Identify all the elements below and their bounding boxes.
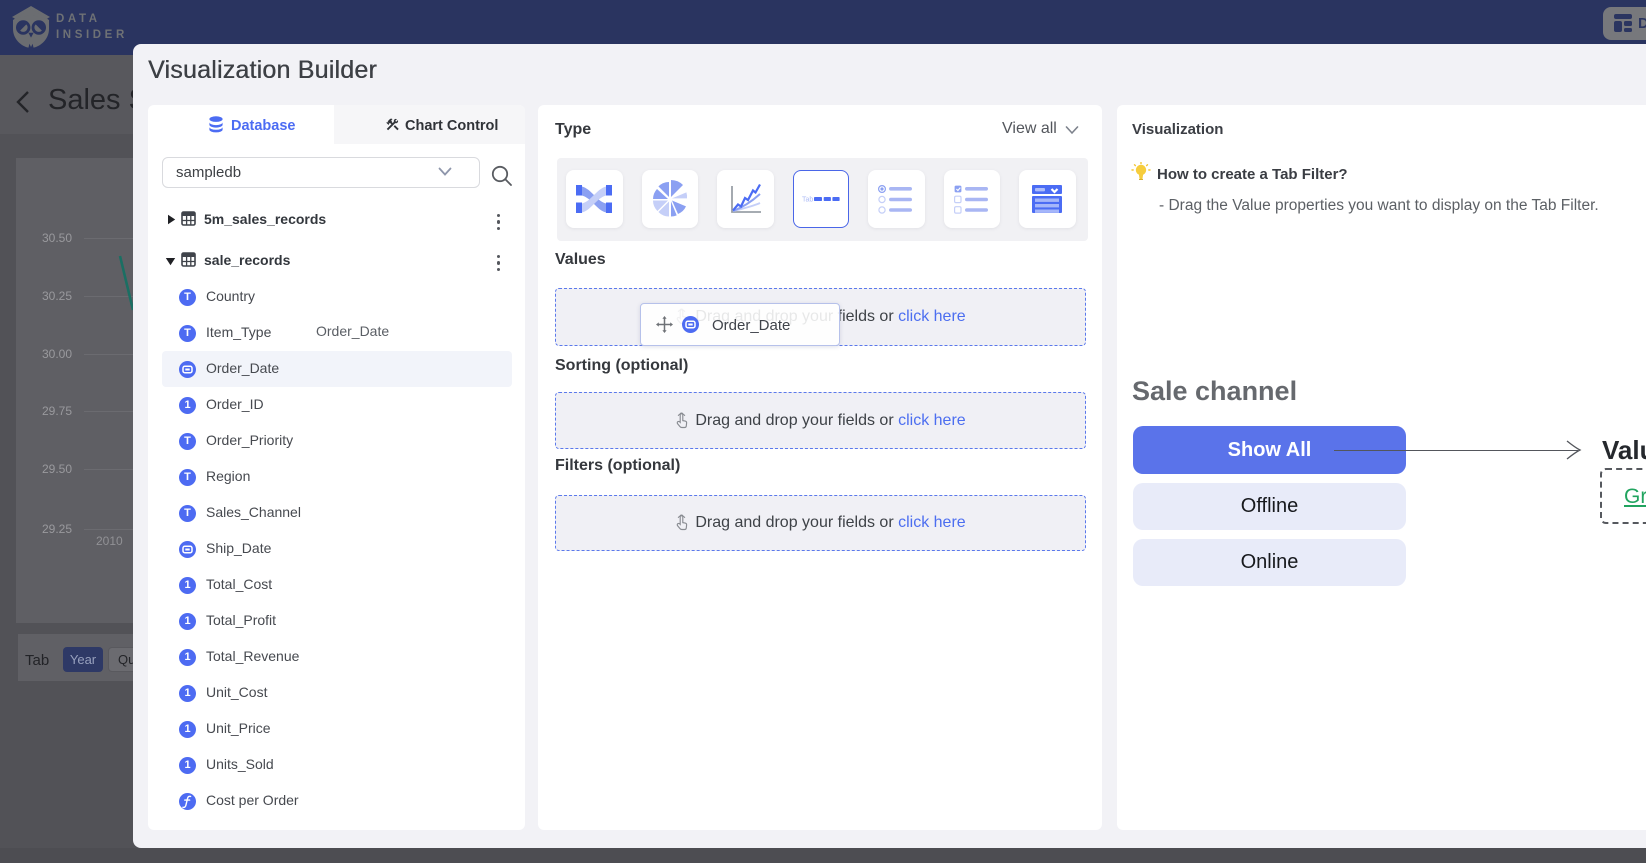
- svg-text:Tab: Tab: [802, 196, 813, 203]
